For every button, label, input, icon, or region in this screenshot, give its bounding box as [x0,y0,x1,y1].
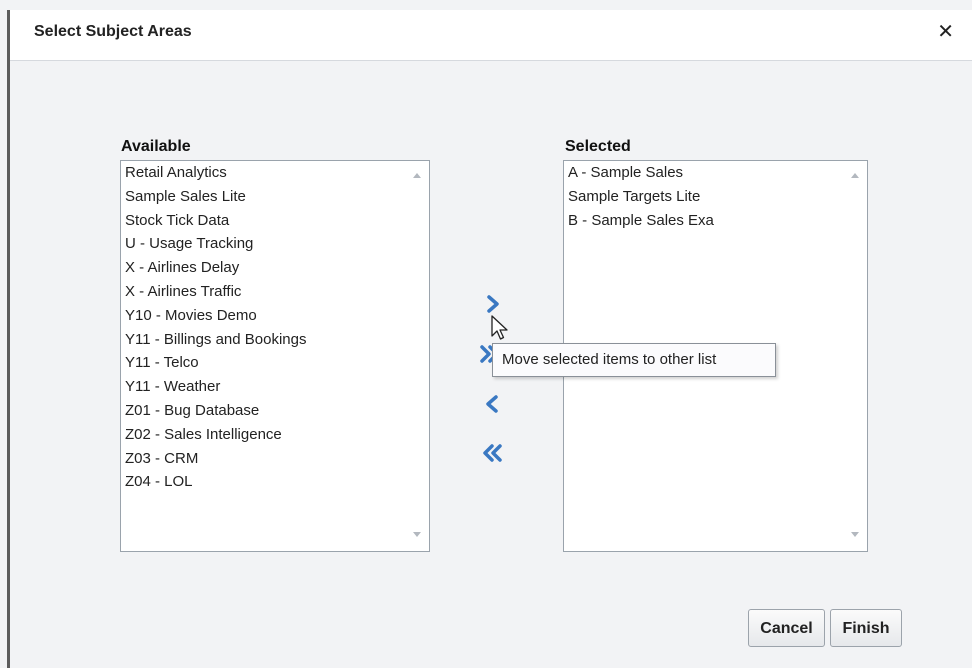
list-item[interactable]: X - Airlines Delay [125,257,409,281]
double-chevron-left-icon [483,444,502,462]
list-item[interactable]: U - Usage Tracking [125,233,409,257]
available-listbox[interactable]: Retail Analytics Sample Sales Lite Stock T… [120,160,430,552]
move-all-left-button[interactable] [481,443,505,468]
list-item[interactable]: Retail Analytics [125,162,409,186]
dialog-titlebar: Select Subject Areas ✕ [10,10,972,61]
chevron-right-icon [487,295,499,313]
list-item[interactable]: Stock Tick Data [125,210,409,234]
dialog-title: Select Subject Areas [34,23,192,40]
list-item[interactable]: A - Sample Sales [568,162,847,186]
mouse-cursor-icon [491,315,508,340]
cancel-button[interactable]: Cancel [748,609,825,647]
list-item[interactable]: B - Sample Sales Exa [568,210,847,234]
mover-tooltip: Move selected items to other list [492,343,776,377]
list-item[interactable]: Sample Targets Lite [568,186,847,210]
scroll-up-icon[interactable] [851,173,859,178]
list-item[interactable]: Z01 - Bug Database [125,400,409,424]
list-item[interactable]: Y11 - Billings and Bookings [125,329,409,353]
scroll-up-icon[interactable] [413,173,421,178]
finish-button[interactable]: Finish [830,609,902,647]
list-item[interactable]: Z02 - Sales Intelligence [125,424,409,448]
move-left-button[interactable] [484,394,500,419]
close-icon[interactable]: ✕ [937,20,954,44]
available-label: Available [121,138,191,155]
list-item[interactable]: Z04 - LOL [125,471,409,495]
list-item[interactable]: Sample Sales Lite [125,186,409,210]
chevron-left-icon [486,395,498,413]
list-item[interactable]: Y10 - Movies Demo [125,305,409,329]
scroll-down-icon[interactable] [413,532,421,537]
selected-label: Selected [565,138,631,155]
list-item[interactable]: Y11 - Telco [125,352,409,376]
list-item[interactable]: Y11 - Weather [125,376,409,400]
list-item[interactable]: Z03 - CRM [125,448,409,472]
scroll-down-icon[interactable] [851,532,859,537]
list-item[interactable]: X - Airlines Traffic [125,281,409,305]
select-subject-areas-dialog: Select Subject Areas ✕ Available Retail … [0,0,972,668]
selected-items: A - Sample Sales Sample Targets Lite B - S… [568,162,847,233]
available-items: Retail Analytics Sample Sales Lite Stock T… [125,162,409,495]
